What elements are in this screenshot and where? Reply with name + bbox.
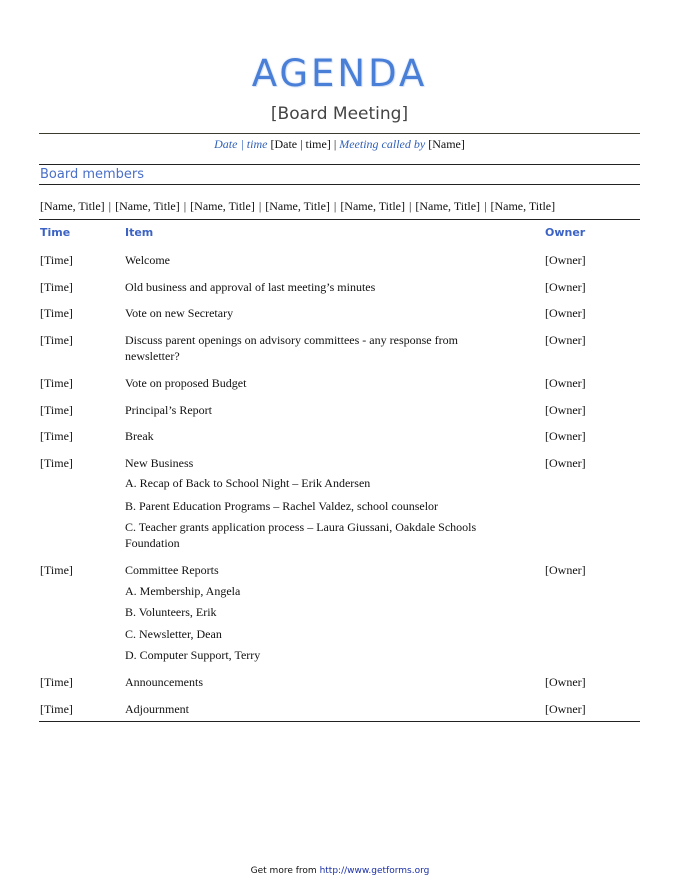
agenda-time: [Time]	[40, 563, 73, 577]
title-divider	[39, 133, 640, 134]
column-header-owner: Owner	[545, 226, 586, 239]
agenda-item: Welcome	[125, 253, 171, 267]
board-member: [Name, Title]	[340, 199, 405, 213]
agenda-subitem: B. Parent Education Programs – Rachel Va…	[125, 499, 439, 513]
called-by-label: Meeting called by	[339, 137, 426, 151]
agenda-owner: [Owner]	[545, 253, 586, 267]
agenda-time: [Time]	[40, 403, 73, 417]
footer: Get more from http://www.getforms.org	[0, 866, 680, 876]
member-separator: |	[484, 199, 487, 213]
board-members-list: [Name, Title] | [Name, Title] | [Name, Title…	[40, 199, 555, 214]
agenda-item: Vote on new Secretary	[125, 306, 234, 320]
agenda-time: [Time]	[40, 456, 73, 470]
board-member: [Name, Title]	[190, 199, 255, 213]
agenda-owner: [Owner]	[545, 333, 586, 347]
members-divider	[39, 219, 640, 220]
agenda-time: [Time]	[40, 429, 73, 443]
agenda-time: [Time]	[40, 333, 73, 347]
board-members-heading: Board members	[40, 167, 145, 182]
section-divider-bottom	[39, 184, 640, 185]
agenda-subitem: A. Recap of Back to School Night – Erik …	[125, 476, 371, 490]
footer-prefix: Get more from	[250, 866, 317, 876]
board-member: [Name, Title]	[115, 199, 180, 213]
agenda-owner: [Owner]	[545, 403, 586, 417]
agenda-item: Adjournment	[125, 702, 189, 716]
agenda-owner: [Owner]	[545, 429, 586, 443]
agenda-owner: [Owner]	[545, 675, 586, 689]
agenda-owner: [Owner]	[545, 702, 586, 716]
board-member: [Name, Title]	[265, 199, 330, 213]
board-member: [Name, Title]	[415, 199, 481, 213]
date-time-value: [Date | time]	[270, 137, 331, 151]
agenda-item: Break	[125, 429, 154, 443]
agenda-owner: [Owner]	[545, 280, 586, 294]
column-header-item: Item	[125, 226, 154, 239]
agenda-subitem: C. Newsletter, Dean	[125, 627, 222, 641]
agenda-item: Discuss parent openings on advisory comm…	[125, 333, 458, 363]
member-separator: |	[258, 199, 262, 213]
agenda-time: [Time]	[40, 253, 73, 267]
agenda-owner: [Owner]	[545, 456, 586, 470]
date-label: Date	[214, 137, 238, 151]
column-header-time: Time	[40, 226, 71, 239]
meeting-type: [Board Meeting]	[270, 104, 409, 124]
agenda-owner: [Owner]	[545, 376, 586, 390]
footer-link[interactable]: http://www.getforms.org	[320, 866, 430, 876]
agenda-subitem: D. Computer Support, Terry	[125, 648, 261, 662]
agenda-item: New Business	[125, 456, 194, 470]
member-separator: |	[183, 199, 187, 213]
agenda-time: [Time]	[40, 376, 73, 390]
agenda-subitem: B. Volunteers, Erik	[125, 605, 217, 619]
time-label: time	[246, 137, 268, 151]
agenda-time: [Time]	[40, 280, 73, 294]
agenda-item: Old business and approval of last meetin…	[125, 280, 376, 294]
page-title: AGENDA	[251, 52, 428, 95]
member-separator: |	[108, 199, 112, 213]
agenda-time: [Time]	[40, 306, 73, 320]
board-member: [Name, Title]	[490, 199, 556, 213]
agenda-owner: [Owner]	[545, 306, 586, 320]
meeting-meta: Date | time [Date | time] | Meeting call…	[39, 137, 640, 152]
agenda-time: [Time]	[40, 675, 73, 689]
agenda-time: [Time]	[40, 702, 73, 716]
member-separator: |	[333, 199, 337, 213]
agenda-item: Principal’s Report	[125, 403, 212, 417]
separator: |	[333, 137, 337, 151]
agenda-item: Vote on proposed Budget	[125, 376, 247, 390]
called-by-value: [Name]	[428, 137, 465, 151]
board-member: [Name, Title]	[40, 199, 105, 213]
table-bottom-rule	[39, 721, 640, 722]
agenda-item: Announcements	[125, 675, 203, 689]
agenda-owner: [Owner]	[545, 563, 586, 577]
section-divider-top	[39, 164, 640, 165]
separator: |	[240, 137, 244, 151]
member-separator: |	[408, 199, 412, 213]
agenda-item: Committee Reports	[125, 563, 219, 577]
agenda-subitem: A. Membership, Angela	[125, 584, 241, 598]
agenda-subitem: C. Teacher grants application process – …	[125, 520, 477, 550]
